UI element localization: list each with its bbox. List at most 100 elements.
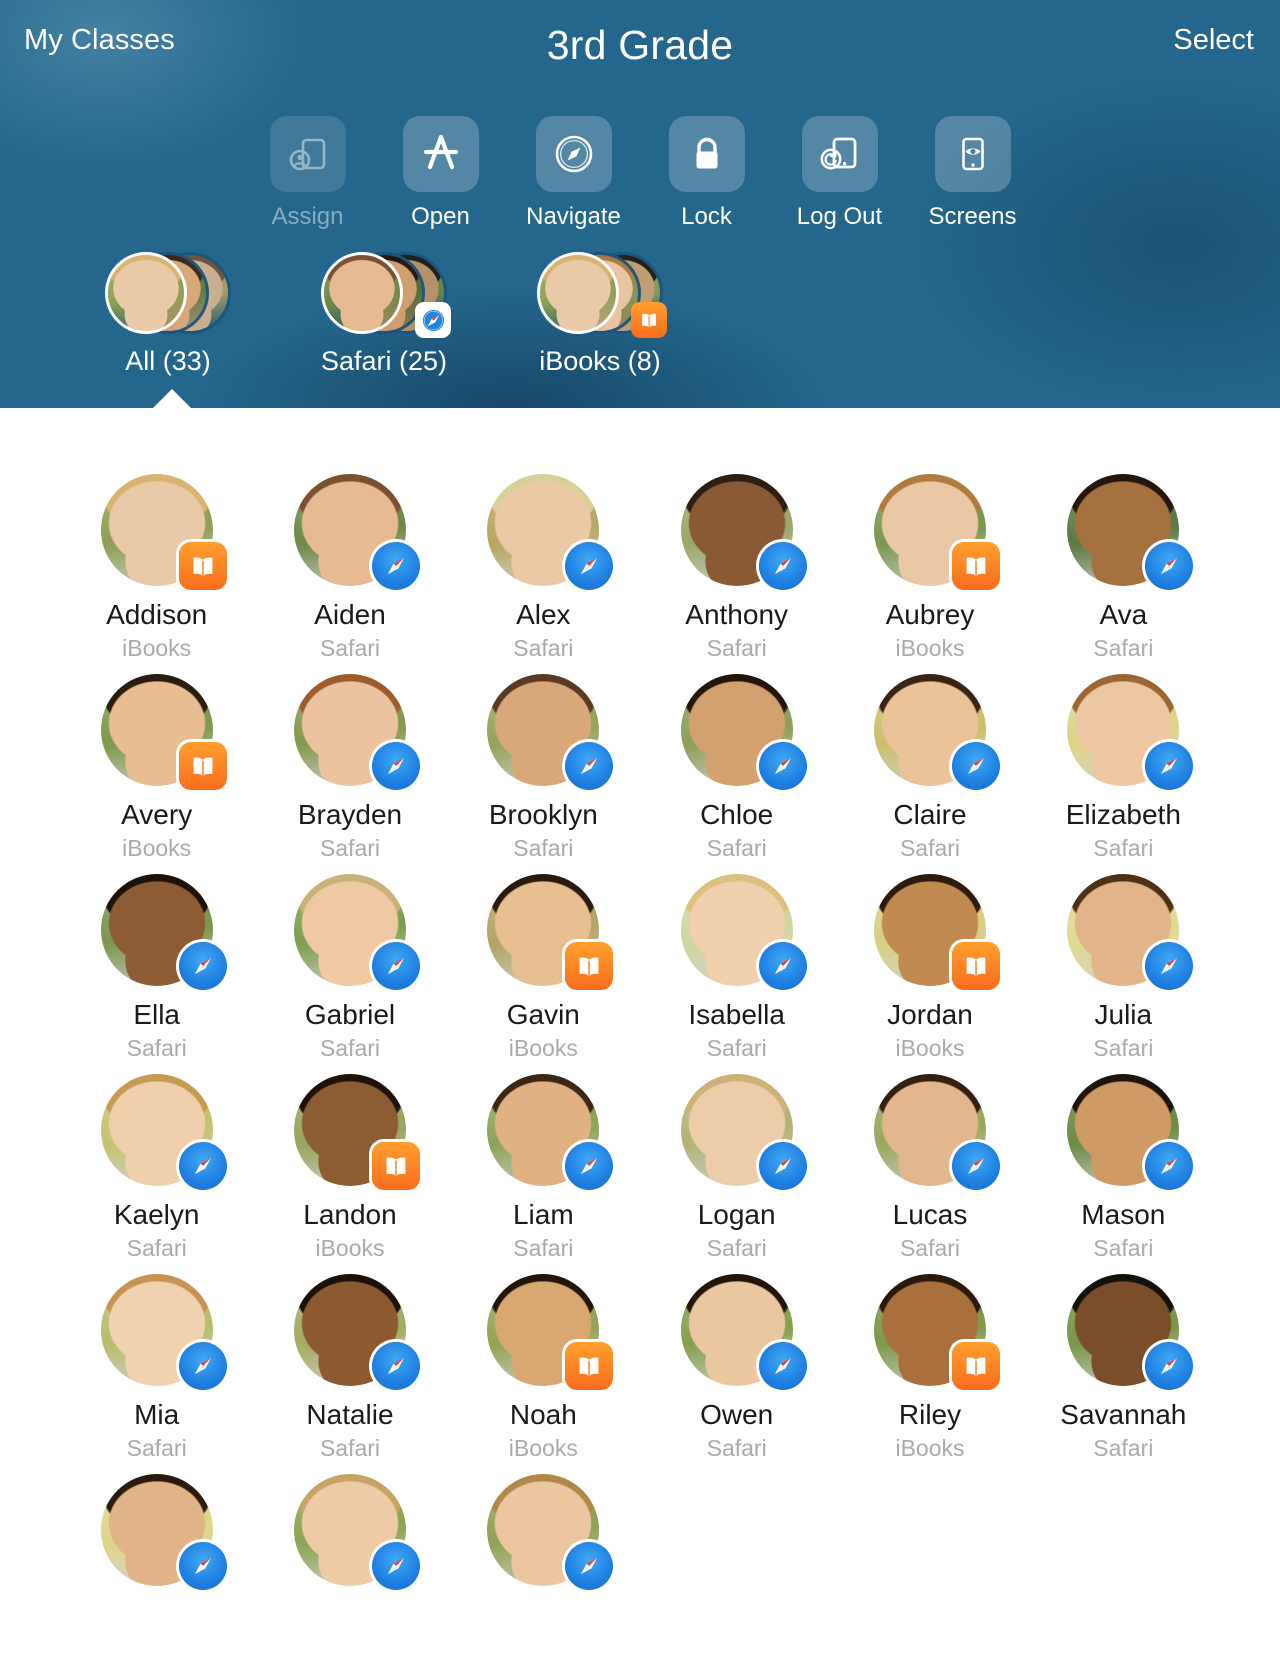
filter-tab-label: All (33) [125,346,211,376]
student-name: Aubrey [885,599,975,630]
action-toolbar: Assign Open Navigate Lock Log Out Screen… [0,116,1280,231]
student-app-label: Safari [126,1034,187,1061]
student-card[interactable]: Mason Safari [1027,1074,1220,1274]
student-card[interactable]: Mia Safari [60,1274,253,1474]
student-app-label: Safari [706,1434,767,1461]
student-name: Ella [133,999,181,1030]
student-card[interactable]: Aiden Safari [253,474,446,674]
student-name: Noah [509,1399,577,1430]
student-app-label: iBooks [122,834,192,861]
student-avatar-wrap [293,1274,420,1390]
safari-app-badge-icon [758,942,807,990]
student-card[interactable]: Ava Safari [1027,474,1220,674]
safari-app-badge-icon [951,742,1000,790]
logout-device-icon [801,116,878,192]
student-name: Brayden [297,799,403,830]
student-card[interactable]: Kaelyn Safari [60,1074,253,1274]
select-button[interactable]: Select [1173,24,1254,57]
toolbar-button-navigate[interactable]: Navigate [524,116,623,231]
student-card[interactable]: Aubrey iBooks [833,474,1026,674]
student-avatar-wrap [680,674,807,790]
safari-badge-icon [415,302,451,338]
student-name: Avery [121,799,193,830]
student-card[interactable]: Landon iBooks [253,1074,446,1274]
student-card[interactable]: Anthony Safari [640,474,833,674]
student-card[interactable]: Chloe Safari [640,674,833,874]
student-card[interactable]: Jordan iBooks [833,874,1026,1074]
filter-tab-safari[interactable]: Safari (25) [321,252,451,377]
safari-app-badge-icon [565,742,614,790]
toolbar-button-log-out[interactable]: Log Out [790,116,889,231]
student-card[interactable]: Julia Safari [1027,874,1220,1074]
filter-tab-ibooks[interactable]: iBooks (8) [537,252,667,377]
student-name: Elizabeth [1065,799,1181,830]
student-card[interactable]: Liam Safari [447,1074,640,1274]
student-card[interactable]: Ella Safari [60,874,253,1074]
student-app-label: iBooks [895,634,965,661]
filter-tab-all[interactable]: All (33) [105,252,231,377]
student-app-label: Safari [1093,1234,1154,1261]
app-store-icon [402,116,479,192]
student-card[interactable] [447,1474,640,1673]
student-card[interactable] [60,1474,253,1673]
ibooks-badge-icon [631,302,667,338]
student-app-label: Safari [126,1234,187,1261]
student-grid-container[interactable]: Addison iBooks Aiden Safari Alex Safari [0,408,1280,1673]
student-avatar-wrap [100,1074,227,1190]
student-avatar-wrap [1067,674,1194,790]
toolbar-button-label: Log Out [796,203,883,230]
student-card[interactable]: Addison iBooks [60,474,253,674]
student-avatar-wrap [680,1274,807,1390]
student-app-label: iBooks [122,634,192,661]
student-app-label: Safari [1093,834,1154,861]
safari-compass-icon [535,116,612,192]
filter-avatar-stack [537,252,667,338]
student-name: Liam [512,1199,574,1230]
student-app-label: iBooks [315,1234,385,1261]
student-name: Mason [1081,1199,1166,1230]
student-app-label: Safari [319,634,381,661]
student-card[interactable] [253,1474,446,1673]
student-card[interactable]: Riley iBooks [833,1274,1026,1474]
student-name: Landon [303,1199,397,1230]
safari-app-badge-icon [371,542,420,590]
student-avatar-wrap [100,474,227,590]
student-card[interactable]: Owen Safari [640,1274,833,1474]
student-card[interactable]: Isabella Safari [640,874,833,1074]
toolbar-button-lock[interactable]: Lock [657,116,756,231]
student-avatar-wrap [100,874,227,990]
student-name: Logan [697,1199,776,1230]
student-avatar-wrap [1067,474,1194,590]
student-app-label: Safari [513,834,574,861]
student-grid: Addison iBooks Aiden Safari Alex Safari [0,408,1280,1673]
toolbar-button-open[interactable]: Open [391,116,490,231]
student-avatar-wrap [293,1074,420,1190]
ibooks-app-badge-icon [565,942,614,990]
student-card[interactable]: Noah iBooks [447,1274,640,1474]
lock-icon [668,116,745,192]
student-card[interactable]: Natalie Safari [253,1274,446,1474]
page-title: 3rd Grade [546,22,734,68]
student-card[interactable]: Avery iBooks [60,674,253,874]
screen-view-icon [934,116,1011,192]
toolbar-button-screens[interactable]: Screens [923,116,1022,231]
student-card[interactable]: Brayden Safari [253,674,446,874]
student-name: Ava [1099,599,1148,630]
filter-avatar-stack [321,252,451,338]
student-name: Kaelyn [113,1199,200,1230]
student-name: Julia [1094,999,1153,1030]
student-card[interactable]: Elizabeth Safari [1027,674,1220,874]
safari-app-badge-icon [178,1342,227,1390]
student-app-label: iBooks [895,1034,965,1061]
student-card[interactable]: Savannah Safari [1027,1274,1220,1474]
student-app-label: iBooks [895,1434,965,1461]
student-card[interactable]: Gavin iBooks [447,874,640,1074]
student-card[interactable]: Logan Safari [640,1074,833,1274]
student-card[interactable]: Brooklyn Safari [447,674,640,874]
student-avatar-wrap [487,1074,614,1190]
ibooks-app-badge-icon [951,542,1000,590]
student-card[interactable]: Claire Safari [833,674,1026,874]
student-card[interactable]: Gabriel Safari [253,874,446,1074]
student-card[interactable]: Lucas Safari [833,1074,1026,1274]
student-card[interactable]: Alex Safari [447,474,640,674]
